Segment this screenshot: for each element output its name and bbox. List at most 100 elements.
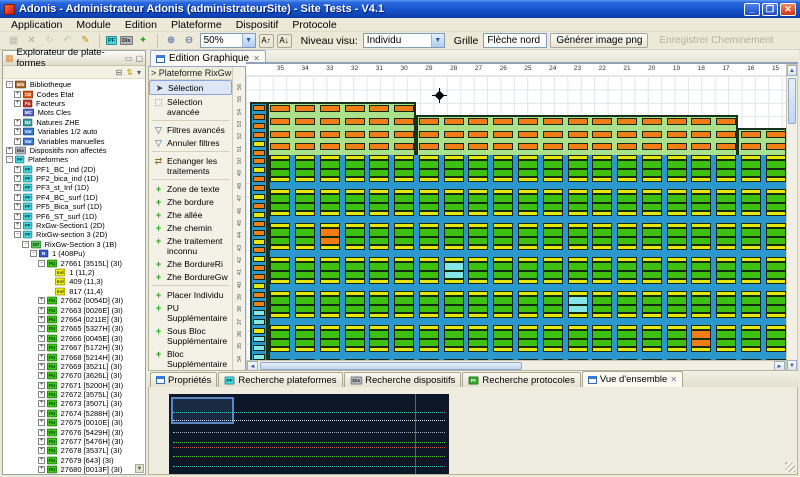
- plot-cell[interactable]: [444, 237, 464, 246]
- plot-cell[interactable]: [543, 194, 563, 203]
- restore-button[interactable]: ❐: [762, 3, 778, 16]
- bordure-plot-cell[interactable]: [419, 143, 439, 150]
- bordure-plot-cell[interactable]: [493, 118, 513, 125]
- collapse-icon[interactable]: -: [22, 241, 29, 248]
- tree-item[interactable]: +PFPF5_Bica_surf (1D): [4, 202, 145, 211]
- plot-cell[interactable]: [419, 160, 439, 169]
- plot-cell[interactable]: [568, 262, 588, 271]
- plot-cell[interactable]: [295, 177, 315, 182]
- bordure-plot-cell[interactable]: [568, 131, 588, 138]
- plot-cell[interactable]: [667, 262, 687, 271]
- plot-cell[interactable]: [468, 194, 488, 203]
- plot-cell[interactable]: [468, 296, 488, 305]
- expand-icon[interactable]: +: [14, 175, 21, 182]
- plot-cell[interactable]: [592, 194, 612, 203]
- plot-cell[interactable]: [518, 203, 538, 212]
- plot-cell[interactable]: [320, 177, 340, 182]
- plot-cell[interactable]: [543, 339, 563, 348]
- plot-cell[interactable]: [518, 279, 538, 284]
- plot-cell[interactable]: [716, 339, 736, 348]
- plot-cell[interactable]: [741, 177, 761, 182]
- bordure-plot-cell[interactable]: [295, 131, 315, 138]
- plot-cell[interactable]: [369, 203, 389, 212]
- plot-cell[interactable]: [493, 228, 513, 237]
- plot-cell[interactable]: [369, 305, 389, 314]
- plot-cell[interactable]: [691, 245, 711, 250]
- font-increase-button[interactable]: A↑: [259, 34, 274, 48]
- tree-item[interactable]: -PU27661 [3515L] (3I): [4, 258, 145, 267]
- plot-cell[interactable]: [345, 313, 365, 318]
- collapse-icon[interactable]: -: [6, 156, 13, 163]
- map-canvas[interactable]: 3534333231302928272625242322212019181716…: [246, 62, 798, 370]
- palette-item-sous-bloc-suppl-mentaire[interactable]: +Sous Bloc Supplémentaire: [149, 324, 232, 347]
- expand-icon[interactable]: +: [38, 316, 45, 323]
- plot-cell[interactable]: [419, 203, 439, 212]
- tree-item[interactable]: +FaFacteurs: [4, 99, 145, 108]
- plot-cell[interactable]: [667, 169, 687, 178]
- plot-cell[interactable]: [320, 262, 340, 271]
- palette-item-placer-individu[interactable]: +Placer Individu: [149, 288, 232, 301]
- plot-cell[interactable]: [617, 305, 637, 314]
- plot-cell[interactable]: [295, 262, 315, 271]
- tab-recherche-protocoles[interactable]: PrRecherche protocoles: [462, 372, 580, 387]
- expand-icon[interactable]: +: [38, 372, 45, 379]
- plot-cell[interactable]: [568, 305, 588, 314]
- plot-cell[interactable]: [419, 296, 439, 305]
- plot-cell[interactable]: [667, 313, 687, 318]
- tree-item[interactable]: +VarVariables manuelles: [4, 136, 145, 145]
- plot-cell[interactable]: [543, 211, 563, 216]
- plot-cell[interactable]: [766, 279, 786, 284]
- tree-item[interactable]: +PU27673 [3507L] (3I): [4, 399, 145, 408]
- plot-cell[interactable]: [493, 169, 513, 178]
- plot-cell[interactable]: [320, 339, 340, 348]
- plot-cell[interactable]: [741, 313, 761, 318]
- plot-cell[interactable]: [369, 228, 389, 237]
- plot-cell[interactable]: [568, 203, 588, 212]
- bordure-plot-cell[interactable]: [369, 143, 389, 150]
- expand-icon[interactable]: +: [14, 91, 21, 98]
- tree-item[interactable]: +PFPF1_BC_Ind (2D): [4, 165, 145, 174]
- plot-cell[interactable]: [642, 194, 662, 203]
- expand-icon[interactable]: +: [38, 335, 45, 342]
- plot-cell[interactable]: [270, 262, 290, 271]
- plot-cell[interactable]: [568, 296, 588, 305]
- plot-cell[interactable]: [592, 296, 612, 305]
- bordure-cell[interactable]: [253, 265, 265, 271]
- tree-item[interactable]: +PU27670 [3626L] (3I): [4, 371, 145, 380]
- plot-cell[interactable]: [617, 177, 637, 182]
- plot-cell[interactable]: [741, 271, 761, 280]
- bordure-plot-cell[interactable]: [766, 143, 786, 150]
- plot-cell[interactable]: [295, 279, 315, 284]
- bordure-plot-cell[interactable]: [295, 118, 315, 125]
- plateforme-mode-icon[interactable]: PF: [106, 36, 117, 45]
- bordure-plot-cell[interactable]: [766, 131, 786, 138]
- tree-item[interactable]: +PFPF2_bica_ind (1D): [4, 174, 145, 183]
- plot-cell[interactable]: [766, 262, 786, 271]
- plot-cell[interactable]: [543, 160, 563, 169]
- bordure-plot-cell[interactable]: [617, 143, 637, 150]
- plot-cell[interactable]: [518, 194, 538, 203]
- tree-item[interactable]: +PU27662 [0054D] (3I): [4, 296, 145, 305]
- bordure-cell[interactable]: [253, 230, 265, 236]
- plot-cell[interactable]: [369, 211, 389, 216]
- expand-icon[interactable]: +: [14, 166, 21, 173]
- plot-cell[interactable]: [345, 245, 365, 250]
- bordure-cell[interactable]: [253, 114, 265, 120]
- bordure-plot-cell[interactable]: [270, 143, 290, 150]
- plot-cell[interactable]: [493, 313, 513, 318]
- tree-item[interactable]: -DPRixGw-Section 3 (1B): [4, 240, 145, 249]
- link-editor-icon[interactable]: ⇅: [126, 68, 133, 77]
- bordure-plot-cell[interactable]: [345, 131, 365, 138]
- panel-maximize-icon[interactable]: ▢: [135, 54, 143, 63]
- plot-cell[interactable]: [568, 228, 588, 237]
- plot-cell[interactable]: [444, 262, 464, 271]
- expand-icon[interactable]: +: [38, 297, 45, 304]
- plot-cell[interactable]: [270, 347, 290, 352]
- plot-cell[interactable]: [345, 211, 365, 216]
- plot-cell[interactable]: [320, 160, 340, 169]
- collapse-icon[interactable]: -: [14, 231, 21, 238]
- plot-cell[interactable]: [766, 211, 786, 216]
- plot-cell[interactable]: [320, 245, 340, 250]
- plot-cell[interactable]: [568, 194, 588, 203]
- plot-cell[interactable]: [691, 262, 711, 271]
